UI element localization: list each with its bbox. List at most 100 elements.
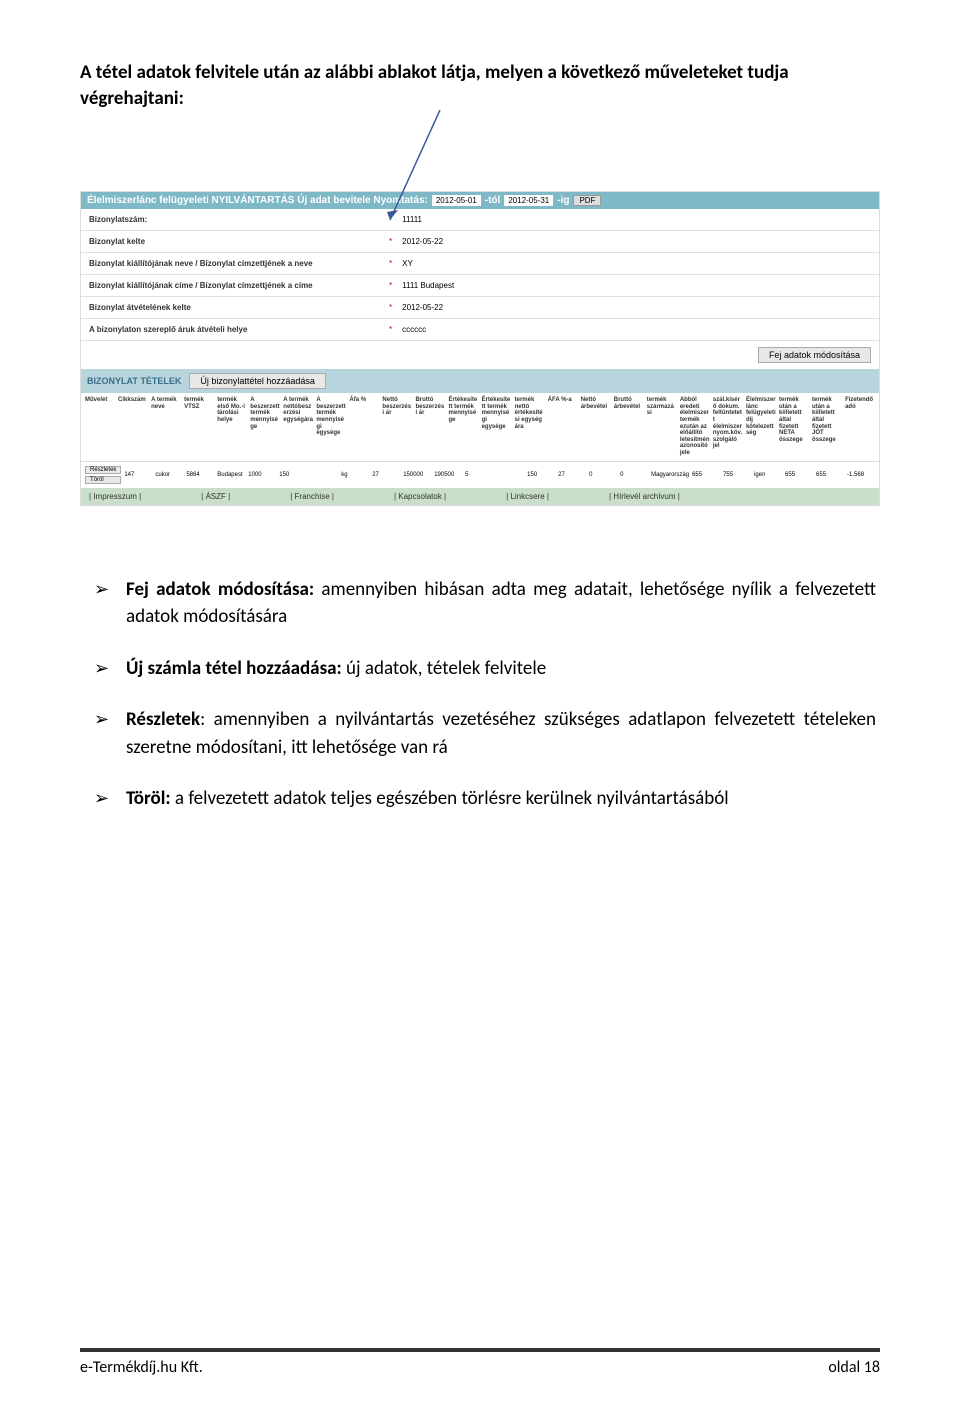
- items-label: BIZONYLAT TÉTELEK: [87, 376, 181, 386]
- screenshot-footer-links: | Impresszum | | ÁSZF | | Franchise | | Kap…: [81, 488, 879, 505]
- required-asterisk: *: [389, 303, 392, 312]
- table-cell: 655: [692, 472, 720, 478]
- form-row: A bizonylaton szereplő áruk átvételi hel…: [81, 319, 879, 341]
- form-row: Bizonylatszám:* 11111: [81, 209, 879, 231]
- table-cell: 190500: [434, 472, 462, 478]
- table-cell: 5864: [186, 472, 214, 478]
- footer-link[interactable]: | Kapcsolatok |: [394, 492, 446, 501]
- column-header: ÁFA %-a: [548, 397, 578, 456]
- column-header: Abból eredeti élelmiszer termék ezután a…: [680, 397, 710, 456]
- date-sep: -ig: [557, 195, 569, 206]
- bullet-text: a felvezetett adatok teljes egészében tö…: [171, 787, 729, 810]
- header-title: Élelmiszerlánc felügyeleti NYILVÁNTARTÁS…: [87, 195, 428, 206]
- column-header: Bruttó beszerzési ár: [415, 397, 445, 456]
- column-header: Cikkszám: [118, 397, 148, 456]
- footer-left: e-Termékdíj.hu Kft.: [80, 1358, 203, 1377]
- column-header: A beszerzett termék mennyisége: [250, 397, 280, 456]
- bullet-item: Új számla tétel hozzáadása: új adatok, t…: [126, 655, 880, 683]
- form-value: 11111: [402, 215, 422, 224]
- bullet-item: Fej adatok módosítása: amennyiben hibása…: [126, 576, 880, 631]
- required-asterisk: *: [389, 215, 392, 224]
- intro-text: A tétel adatok felvitele után az alábbi …: [80, 60, 880, 111]
- table-cell: Magyarország: [651, 472, 689, 478]
- form-row: Bizonylat kiállítójának címe / Bizonylat…: [81, 275, 879, 297]
- table-row: Részletek Töröl 147cukor5864Budapest1000…: [81, 462, 879, 488]
- table-cell: kg: [341, 472, 369, 478]
- table-cell: 5: [465, 472, 493, 478]
- bullet-text: : amennyiben a nyilvántartás vezetéséhez…: [126, 708, 876, 759]
- date-from[interactable]: 2012-05-01: [432, 195, 481, 206]
- footer-right: oldal 18: [828, 1358, 880, 1377]
- column-header: Áfa %: [349, 397, 379, 456]
- column-header: A beszerzett termék mennyiségi egysége: [316, 397, 346, 456]
- table-cell: 655: [816, 472, 844, 478]
- column-header: Nettó beszerzési ár: [382, 397, 412, 456]
- table-cell: 150: [279, 472, 307, 478]
- table-cell: cukor: [155, 472, 183, 478]
- column-header: Élelmiszerlánc felügyeleti díj kötelezet…: [746, 397, 776, 456]
- table-cell: 655: [785, 472, 813, 478]
- required-asterisk: *: [389, 325, 392, 334]
- delete-button[interactable]: Töröl: [85, 476, 121, 484]
- date-to[interactable]: 2012-05-31: [504, 195, 553, 206]
- column-header: A termék nettóbeszerzési egységára: [283, 397, 313, 456]
- ui-screenshot: Élelmiszerlánc felügyeleti NYILVÁNTARTÁS…: [80, 191, 880, 505]
- form-row: Bizonylat kiállítójának neve / Bizonylat…: [81, 253, 879, 275]
- form-value: XY: [402, 259, 413, 268]
- column-header: termék származási: [647, 397, 677, 456]
- column-header: termék nettó értékesítési egység ára: [515, 397, 545, 456]
- table-cell: -1.568: [847, 472, 875, 478]
- bullet-bold: Részletek: [126, 708, 200, 731]
- table-cell: 755: [723, 472, 751, 478]
- footer-link[interactable]: | Hírlevél archívum |: [609, 492, 680, 501]
- column-header: Értékesített termék mennyiségi egysége: [482, 397, 512, 456]
- column-header: A termék neve: [151, 397, 181, 456]
- screenshot-header: Élelmiszerlánc felügyeleti NYILVÁNTARTÁS…: [81, 192, 879, 209]
- table-cell: 0: [620, 472, 648, 478]
- page-footer: e-Termékdíj.hu Kft. oldal 18: [80, 1348, 880, 1377]
- form-row: Bizonylat kelte* 2012-05-22: [81, 231, 879, 253]
- column-header: Művelet: [85, 397, 115, 456]
- table-cell: 150000: [403, 472, 431, 478]
- date-sep: -tól: [485, 195, 501, 206]
- table-cell: [310, 472, 338, 478]
- column-header: Értékesített termék mennyisége: [449, 397, 479, 456]
- details-button[interactable]: Részletek: [85, 466, 121, 474]
- items-toolbar: BIZONYLAT TÉTELEK Új bizonylattétel hozz…: [81, 369, 879, 393]
- column-header: Nettó árbevétel: [581, 397, 611, 456]
- add-item-button[interactable]: Új bizonylattétel hozzáadása: [189, 373, 326, 389]
- column-header: Bruttó árbevétel: [614, 397, 644, 456]
- footer-link[interactable]: | Franchise |: [290, 492, 334, 501]
- column-header: termék után a kiilletett által fizetett …: [779, 397, 809, 456]
- column-headers: MűveletCikkszámA termék nevetermék VTSZ t…: [81, 393, 879, 461]
- column-header: szál.kísérő dokum. feltüntetett élelmisz…: [713, 397, 743, 456]
- footer-link[interactable]: | ÁSZF |: [201, 492, 230, 501]
- table-cell: 27: [558, 472, 586, 478]
- form-label: A bizonylaton szereplő áruk átvételi hel…: [89, 325, 389, 334]
- pdf-button[interactable]: PDF: [573, 195, 601, 206]
- form-value: 2012-05-22: [402, 303, 443, 312]
- form-label: Bizonylat átvételének kelte: [89, 303, 389, 312]
- column-header: termék VTSZ: [184, 397, 214, 456]
- table-cell: 0: [589, 472, 617, 478]
- form-label: Bizonylat kelte: [89, 237, 389, 246]
- table-cell: 1000: [248, 472, 276, 478]
- column-header: Fizetendő adó: [845, 397, 875, 456]
- edit-header-button[interactable]: Fej adatok módosítása: [758, 347, 871, 363]
- bullet-bold: Töröl:: [126, 787, 171, 810]
- bullet-text: új adatok, tételek felvitele: [342, 657, 546, 680]
- form-value: 2012-05-22: [402, 237, 443, 246]
- required-asterisk: *: [389, 237, 392, 246]
- form-label: Bizonylatszám:: [89, 215, 389, 224]
- form-value: cccccc: [402, 325, 426, 334]
- bullet-bold: Fej adatok módosítása:: [126, 578, 314, 601]
- edit-button-row: Fej adatok módosítása: [81, 341, 879, 369]
- column-header: termék után a kiilletett által fizetett …: [812, 397, 842, 456]
- table-cell: 150: [527, 472, 555, 478]
- footer-link[interactable]: | Linkcsere |: [506, 492, 549, 501]
- required-asterisk: *: [389, 259, 392, 268]
- bullet-item: Töröl: a felvezetett adatok teljes egész…: [126, 785, 880, 813]
- footer-link[interactable]: | Impresszum |: [89, 492, 141, 501]
- table-cell: igen: [754, 472, 782, 478]
- required-asterisk: *: [389, 281, 392, 290]
